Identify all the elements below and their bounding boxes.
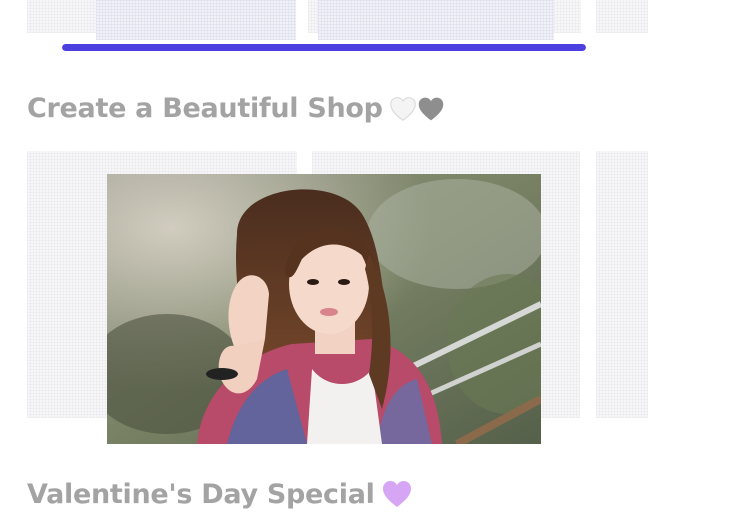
featured-photo-image [107, 174, 541, 444]
white-heart-icon [389, 95, 417, 123]
shop-card-right[interactable] [596, 151, 648, 418]
grey-heart-icon [417, 95, 445, 123]
top-card-right[interactable] [596, 0, 648, 33]
section-title-text: Valentine's Day Special [27, 478, 375, 510]
section-title-shop: Create a Beautiful Shop [27, 93, 445, 124]
carousel-progress-bar [62, 44, 586, 51]
section-title-text: Create a Beautiful Shop [27, 93, 383, 124]
featured-photo[interactable] [107, 174, 541, 444]
top-card-left-image [96, 0, 296, 40]
section-title-valentines: Valentine's Day Special [27, 478, 413, 510]
carousel-progress-fill [62, 44, 586, 51]
top-card-center-image [318, 0, 554, 40]
purple-heart-icon [381, 478, 413, 510]
